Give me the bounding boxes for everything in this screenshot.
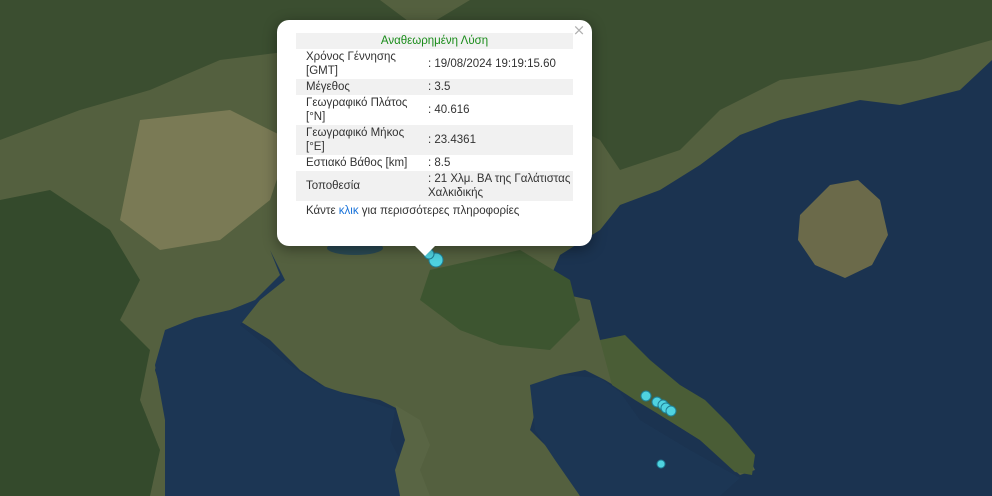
longitude-value: : 23.4361 bbox=[418, 125, 573, 155]
more-info-link[interactable]: κλικ bbox=[339, 205, 359, 217]
table-row: Γεωγραφικό Πλάτος [°N] : 40.616 bbox=[296, 95, 573, 125]
latitude-label: Γεωγραφικό Πλάτος [°N] bbox=[306, 97, 408, 123]
more-info-suffix: για περισσότερες πληροφορίες bbox=[358, 205, 520, 217]
earthquake-popup: × Αναθεωρημένη Λύση Χρόνος Γέννησης [GMT… bbox=[277, 20, 592, 256]
table-row: Μέγεθος: 3.5 bbox=[296, 79, 573, 95]
latitude-value: : 40.616 bbox=[428, 104, 470, 116]
earthquake-marker[interactable] bbox=[656, 459, 666, 469]
popup-tip bbox=[414, 245, 436, 256]
location-value: : 21 Χλμ. ΒΑ της Γαλάτιστας Χαλκιδικής bbox=[418, 171, 573, 201]
depth-value: : 8.5 bbox=[428, 157, 451, 169]
close-icon[interactable]: × bbox=[572, 23, 586, 38]
depth-label: Εστιακό Βάθος [km] bbox=[306, 157, 408, 169]
magnitude-label: Μέγεθος bbox=[296, 79, 418, 95]
table-row: Εστιακό Βάθος [km] : 8.5 bbox=[296, 155, 573, 171]
table-row: Γεωγραφικό Μήκος [°E]: 23.4361 bbox=[296, 125, 573, 155]
origin-time-label: Χρόνος Γέννησης [GMT] bbox=[306, 51, 396, 77]
table-row: Χρόνος Γέννησης [GMT] : 19/08/2024 19:19:… bbox=[296, 49, 573, 79]
popup-content: Αναθεωρημένη Λύση Χρόνος Γέννησης [GMT]:… bbox=[296, 33, 573, 218]
more-info-prefix: Κάντε bbox=[306, 205, 339, 217]
longitude-label: Γεωγραφικό Μήκος [°E] bbox=[296, 125, 418, 155]
earthquake-marker[interactable] bbox=[665, 405, 677, 417]
popup-title: Αναθεωρημένη Λύση bbox=[296, 33, 573, 49]
table-row: Τοποθεσία: 21 Χλμ. ΒΑ της Γαλάτιστας Χαλ… bbox=[296, 171, 573, 201]
more-info-text: Κάντε κλικ για περισσότερες πληροφορίες bbox=[296, 204, 573, 218]
location-label: Τοποθεσία bbox=[296, 171, 418, 201]
magnitude-value: : 3.5 bbox=[418, 79, 573, 95]
earthquake-marker[interactable] bbox=[640, 390, 652, 402]
earthquake-details-table: Αναθεωρημένη Λύση Χρόνος Γέννησης [GMT]:… bbox=[296, 33, 573, 201]
origin-time-value: : 19/08/2024 19:19:15.60 bbox=[428, 58, 556, 70]
